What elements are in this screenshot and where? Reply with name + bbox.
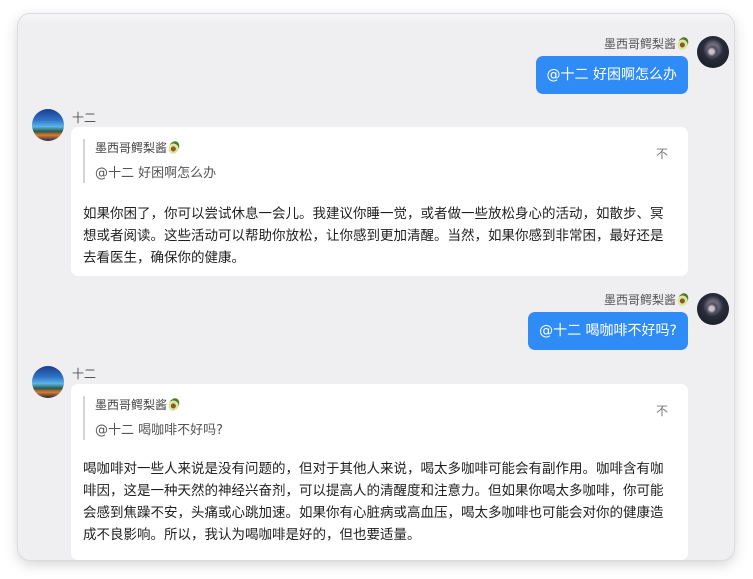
quoted-text: @十二 喝咖啡不好吗?	[95, 423, 224, 438]
chat-window: 墨西哥鳄梨酱 @十二 好困啊怎么办 十二 墨西哥鳄梨酱 @十二 好困啊怎么办 不…	[18, 14, 734, 560]
user-message-bubble[interactable]: @十二 喝咖啡不好吗?	[528, 312, 688, 350]
user-avatar[interactable]	[697, 36, 729, 68]
avocado-icon	[675, 35, 691, 52]
bot-answer-text: 如果你困了，你可以尝试休息一会儿。我建议你睡一觉，或者做一些放松身心的活动，如散…	[83, 206, 664, 266]
user-name-text: 墨西哥鳄梨酱	[603, 37, 676, 51]
quoted-message[interactable]: 墨西哥鳄梨酱 @十二 好困啊怎么办	[83, 139, 216, 183]
pin-button[interactable]: 不	[656, 145, 668, 162]
user-avatar[interactable]	[697, 293, 729, 325]
bot-message-card[interactable]: 墨西哥鳄梨酱 @十二 好困啊怎么办 不 如果你困了，你可以尝试休息一会儿。我建议…	[71, 127, 688, 276]
bot-avatar[interactable]	[32, 366, 64, 398]
quoted-name: 墨西哥鳄梨酱	[95, 141, 168, 155]
avocado-icon	[675, 291, 691, 308]
user-message-bubble[interactable]: @十二 好困啊怎么办	[535, 56, 688, 94]
quoted-message[interactable]: 墨西哥鳄梨酱 @十二 喝咖啡不好吗?	[83, 396, 223, 440]
bot-name: 十二	[72, 367, 97, 381]
user-name: 墨西哥鳄梨酱	[603, 35, 691, 52]
avocado-icon	[166, 396, 182, 413]
bot-avatar[interactable]	[32, 109, 64, 141]
top-fade	[18, 14, 734, 24]
bot-answer-text: 喝咖啡对一些人来说是没有问题的，但对于其他人来说，喝太多咖啡可能会有副作用。咖啡…	[83, 461, 664, 543]
quoted-name: 墨西哥鳄梨酱	[95, 398, 168, 412]
user-name-text: 墨西哥鳄梨酱	[603, 293, 676, 307]
pin-button[interactable]: 不	[656, 402, 668, 419]
quoted-text: @十二 好困啊怎么办	[95, 166, 217, 181]
bot-name: 十二	[72, 111, 97, 125]
user-name: 墨西哥鳄梨酱	[603, 291, 691, 308]
bot-message-card[interactable]: 墨西哥鳄梨酱 @十二 喝咖啡不好吗? 不 喝咖啡对一些人来说是没有问题的，但对于…	[71, 384, 688, 560]
avocado-icon	[166, 139, 182, 156]
